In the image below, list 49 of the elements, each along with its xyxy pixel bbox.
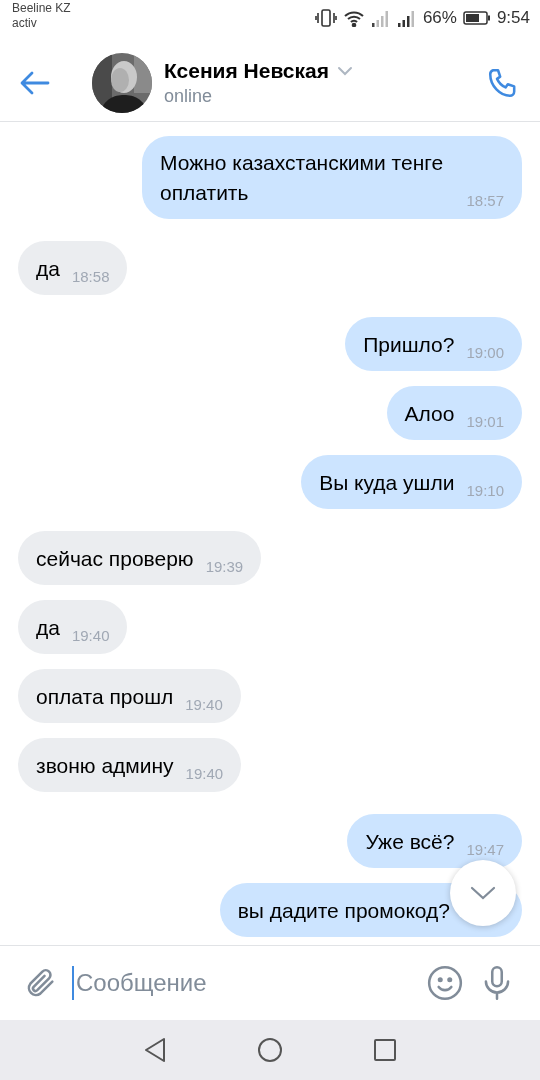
message-text: Пришло? bbox=[363, 332, 455, 358]
carrier-name: Beeline KZ bbox=[12, 1, 71, 16]
smiley-icon[interactable] bbox=[426, 964, 464, 1002]
message-time: 19:40 bbox=[71, 627, 110, 646]
message-bubble[interactable]: Вы куда ушли 19:10 bbox=[301, 455, 522, 509]
message-time: 19:10 bbox=[466, 482, 504, 501]
message-bubble[interactable]: звоню админу 19:40 bbox=[18, 738, 242, 792]
chevron-down-icon bbox=[470, 886, 496, 900]
recent-apps-square-icon[interactable] bbox=[373, 1038, 397, 1062]
message-bubble[interactable]: Уже всё? 19:47 bbox=[347, 814, 522, 868]
clock-time: 9:54 bbox=[496, 8, 530, 28]
signal-icon bbox=[396, 9, 417, 27]
message-text: сейчас проверю bbox=[36, 546, 194, 572]
message-text: Уже всё? bbox=[365, 829, 455, 855]
message-bubble[interactable]: да 19:40 bbox=[18, 600, 128, 654]
message-bubble[interactable]: Можно казахстанскими тенге оплатить 18:57 bbox=[142, 136, 522, 219]
signal-icon bbox=[370, 9, 391, 27]
message-time: 19:39 bbox=[205, 558, 244, 577]
message-time: 18:58 bbox=[71, 268, 110, 287]
message-text: Вы куда ушли bbox=[319, 470, 455, 496]
message-time: 19:00 bbox=[466, 344, 504, 363]
battery-icon bbox=[462, 11, 491, 25]
message-bubble[interactable]: Алоо 19:01 bbox=[386, 386, 522, 440]
message-text: да bbox=[36, 615, 60, 641]
message-text: звоню админу bbox=[36, 753, 174, 779]
wifi-icon bbox=[342, 9, 365, 27]
carrier-subtitle: activ bbox=[12, 16, 38, 31]
message-text: вы дадите промокод? bbox=[237, 898, 450, 924]
message-text: оплата прошл bbox=[36, 684, 174, 710]
message-time: 19:40 bbox=[185, 765, 224, 784]
message-text: да bbox=[36, 256, 60, 282]
home-circle-icon[interactable] bbox=[257, 1037, 283, 1063]
message-time: 19:47 bbox=[466, 841, 504, 860]
message-text: Можно казахстанскими тенге оплатить bbox=[160, 150, 445, 206]
message-time: 19:01 bbox=[466, 413, 504, 432]
contact-name[interactable]: Ксения Невская bbox=[164, 59, 329, 83]
message-bubble[interactable]: Пришло? 19:00 bbox=[345, 317, 522, 371]
online-status: online bbox=[164, 86, 214, 107]
battery-percent: 66% bbox=[422, 8, 457, 28]
message-bubble[interactable]: да 18:58 bbox=[18, 241, 128, 295]
vibrate-icon bbox=[314, 8, 337, 28]
message-text: Алоо bbox=[404, 401, 455, 427]
back-arrow-icon[interactable] bbox=[20, 71, 50, 95]
message-time: 19:40 bbox=[185, 696, 223, 715]
message-time: 18:57 bbox=[466, 192, 504, 211]
message-bubble[interactable]: оплата прошл 19:40 bbox=[18, 669, 241, 723]
message-bubble[interactable]: сейчас проверю 19:39 bbox=[18, 531, 262, 585]
chevron-down-icon[interactable] bbox=[336, 66, 353, 76]
back-triangle-icon[interactable] bbox=[143, 1037, 167, 1063]
